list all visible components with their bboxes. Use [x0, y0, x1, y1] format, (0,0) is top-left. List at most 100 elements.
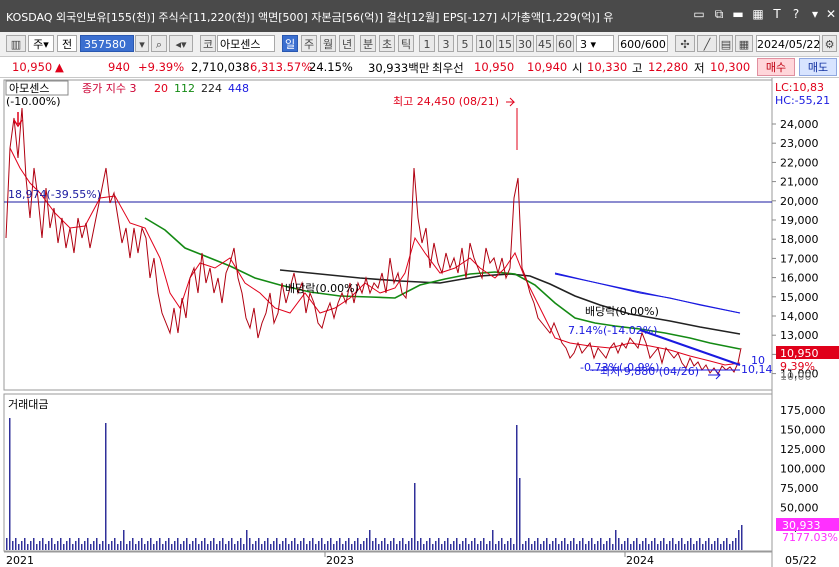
volume-bar: [45, 544, 47, 550]
stock-chart[interactable]: 최고 24,450 (08/21) 최저 9,880 (04/26) 18,97…: [0, 78, 839, 567]
legend-pct: (-10.00%): [6, 95, 61, 108]
volume-bar: [300, 541, 302, 550]
volume-bar: [495, 544, 497, 550]
calendar-icon[interactable]: ▦: [735, 35, 753, 52]
market-button[interactable]: 전: [57, 35, 77, 52]
interval-5[interactable]: 5: [457, 35, 473, 52]
volume-bar: [588, 541, 590, 550]
volume-bar: [267, 538, 269, 550]
chat-icon[interactable]: ▭: [692, 7, 706, 21]
interval-60[interactable]: 60: [556, 35, 574, 52]
volume-bar: [546, 538, 548, 550]
interval-15[interactable]: 15: [496, 35, 514, 52]
volume-bar: [516, 425, 518, 550]
volume-bar: [648, 544, 650, 550]
price-tick: 21,000: [780, 176, 819, 189]
volume-bar: [255, 541, 257, 550]
type-select[interactable]: 주▾: [28, 35, 54, 52]
interval-30[interactable]: 30: [516, 35, 534, 52]
interval-1[interactable]: 1: [419, 35, 435, 52]
volume-bar: [261, 544, 263, 550]
volume-bar: [318, 541, 320, 550]
date-field[interactable]: 2024/05/22: [756, 35, 820, 52]
price-tick: 24,000: [780, 118, 819, 131]
volume-panel: [3, 393, 773, 552]
help-icon[interactable]: ?: [789, 7, 803, 21]
volume-bar: [519, 478, 521, 550]
grid-icon[interactable]: ▤: [719, 35, 733, 52]
volume-bar: [174, 541, 176, 550]
volume-bar: [693, 544, 695, 550]
volume-bar: [729, 544, 731, 550]
volume-bar: [498, 541, 500, 550]
volume-bar: [681, 538, 683, 550]
period-year[interactable]: 년: [339, 35, 355, 52]
period-month[interactable]: 월: [320, 35, 336, 52]
sound-icon[interactable]: ◂▾: [169, 35, 193, 52]
volume-bar: [396, 544, 398, 550]
volume-bar: [678, 541, 680, 550]
calc-icon[interactable]: ▦: [751, 7, 765, 21]
layout-icon[interactable]: ▥: [6, 35, 26, 52]
font-T-icon[interactable]: T: [770, 7, 784, 21]
volume-bar: [369, 530, 371, 550]
volume-bar: [252, 544, 254, 550]
volume-bar: [543, 541, 545, 550]
volume-bar: [345, 541, 347, 550]
volume-bar: [360, 544, 362, 550]
volume-bar: [735, 538, 737, 550]
draw-tool-icon[interactable]: ╱: [697, 35, 717, 52]
code-dropdown-icon[interactable]: ▾: [135, 35, 149, 52]
volume-bar: [699, 538, 701, 550]
volume-bar: [636, 538, 638, 550]
volume-bar: [480, 541, 482, 550]
close-icon[interactable]: ✕: [824, 7, 838, 21]
interval-select[interactable]: 3 ▾: [576, 35, 614, 52]
volume-bar: [81, 544, 83, 550]
volume-bar: [465, 538, 467, 550]
crosshair-icon[interactable]: ✣: [675, 35, 695, 52]
volume-bar: [315, 544, 317, 550]
stock-prefix-button[interactable]: 코: [200, 35, 216, 52]
high-label: 고: [632, 61, 643, 75]
interval-3[interactable]: 3: [438, 35, 454, 52]
period-minute[interactable]: 분: [360, 35, 376, 52]
volume-bar: [447, 538, 449, 550]
volume-bar: [270, 544, 272, 550]
volume-bar: [219, 541, 221, 550]
volume-bar: [639, 544, 641, 550]
buy-button[interactable]: 매수: [757, 58, 795, 76]
volume-bar: [576, 544, 578, 550]
volume-bar: [78, 538, 80, 550]
volume-bar: [228, 541, 230, 550]
volume-bar: [237, 541, 239, 550]
count-field[interactable]: 600/600: [618, 35, 668, 52]
minimize-icon[interactable]: ▬: [731, 7, 745, 21]
volume-tick: 175,000: [780, 404, 826, 417]
period-week[interactable]: 주: [301, 35, 317, 52]
x-tick-2024: 2024: [626, 554, 654, 567]
volume-bar: [561, 541, 563, 550]
interval-10[interactable]: 10: [476, 35, 494, 52]
volume-ratio: 6,313.57%: [250, 60, 313, 74]
search-icon[interactable]: ⌕: [151, 35, 167, 52]
legend-type: 종가 지수 3: [82, 82, 136, 95]
volume-bar: [633, 541, 635, 550]
legend-ma448: 448: [228, 82, 249, 95]
interval-45[interactable]: 45: [536, 35, 554, 52]
settings-icon[interactable]: ⚙: [822, 35, 837, 52]
legend-name: 아모센스: [9, 82, 49, 95]
restore-icon[interactable]: ⧉: [712, 7, 726, 21]
period-tick[interactable]: 틱: [398, 35, 414, 52]
trend-label: 7.14%(-14.02%): [568, 324, 657, 337]
pin-icon[interactable]: ▾: [808, 7, 822, 21]
price-tick: 17,000: [780, 252, 819, 265]
period-day[interactable]: 일: [282, 35, 298, 52]
volume-bar: [372, 541, 374, 550]
volume-bar: [60, 538, 62, 550]
stock-name-field[interactable]: 아모센스: [217, 35, 275, 52]
sell-button[interactable]: 매도: [799, 58, 837, 76]
volume-bar: [459, 544, 461, 550]
period-second[interactable]: 초: [379, 35, 395, 52]
code-input[interactable]: 357580: [80, 35, 134, 52]
